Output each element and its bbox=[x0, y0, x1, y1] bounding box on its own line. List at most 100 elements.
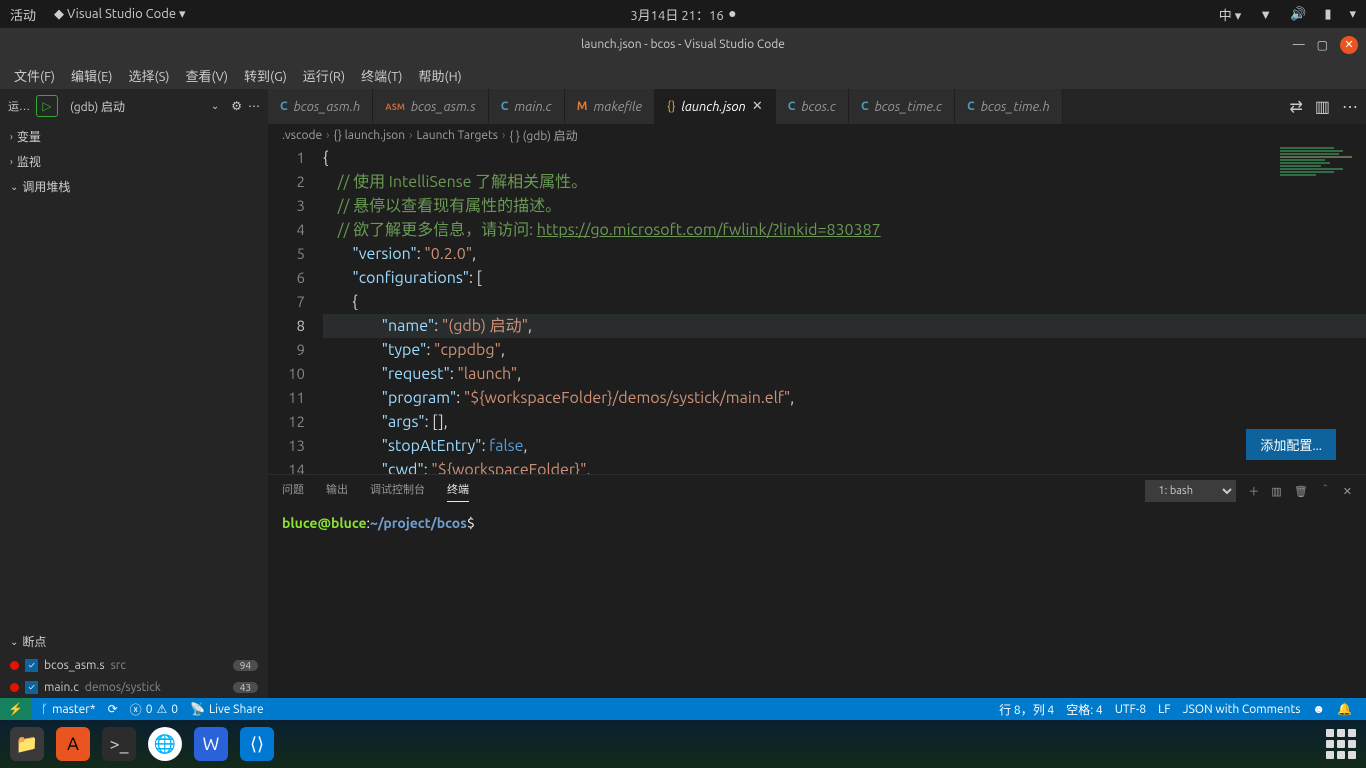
split-editor-icon[interactable]: ▥ bbox=[1315, 97, 1330, 116]
menu-item[interactable]: 运行(R) bbox=[295, 66, 353, 85]
panel-tab[interactable]: 调试控制台 bbox=[370, 481, 425, 501]
terminal-app[interactable]: >_ bbox=[102, 727, 136, 761]
window-title: launch.json - bcos - Visual Studio Code bbox=[581, 38, 785, 51]
volume-icon[interactable]: 🔊 bbox=[1290, 7, 1306, 22]
language-mode[interactable]: JSON with Comments bbox=[1177, 701, 1307, 718]
encoding[interactable]: UTF-8 bbox=[1109, 701, 1152, 718]
indentation[interactable]: 空格: 4 bbox=[1060, 701, 1108, 718]
menu-item[interactable]: 转到(G) bbox=[236, 66, 295, 85]
tab-label: bcos.c bbox=[801, 100, 836, 114]
cursor-position[interactable]: 行 8，列 4 bbox=[993, 701, 1060, 718]
editor-tab[interactable]: Cbcos_time.h bbox=[955, 89, 1063, 124]
terminal[interactable]: bluce@bluce:~/project/bcos$ bbox=[268, 507, 1366, 698]
breakpoint-file: main.c bbox=[44, 681, 79, 694]
breakpoint-count: 94 bbox=[233, 660, 258, 671]
statusbar: ⚡ ᚴ master* ⟳ ⓧ 0 ⚠ 0 📡 Live Share 行 8，列… bbox=[0, 698, 1366, 720]
menu-item[interactable]: 选择(S) bbox=[121, 66, 178, 85]
notifications-icon[interactable]: 🔔 bbox=[1331, 701, 1358, 718]
file-icon: {} bbox=[667, 100, 675, 113]
editor-tab[interactable]: Mmakefile bbox=[565, 89, 655, 124]
terminal-select[interactable]: 1: bash bbox=[1145, 480, 1236, 502]
live-share[interactable]: 📡 Live Share bbox=[184, 702, 270, 716]
menu-item[interactable]: 帮助(H) bbox=[411, 66, 470, 85]
minimize-button[interactable]: — bbox=[1293, 38, 1305, 51]
kill-terminal-icon[interactable]: 🗑 bbox=[1294, 485, 1308, 498]
variables-section[interactable]: ›变量 bbox=[0, 124, 268, 149]
callstack-section[interactable]: ⌄调用堆栈 bbox=[0, 174, 268, 199]
files-app[interactable]: 📁 bbox=[10, 727, 44, 761]
feedback-icon[interactable]: ☻ bbox=[1306, 701, 1331, 718]
debug-settings-icon[interactable]: ⚙ bbox=[231, 99, 242, 113]
wifi-icon[interactable]: ▼ bbox=[1259, 7, 1272, 22]
new-terminal-icon[interactable]: ＋ bbox=[1248, 483, 1259, 499]
eol[interactable]: LF bbox=[1152, 701, 1176, 718]
start-debug-button[interactable]: ▷ bbox=[36, 95, 58, 117]
wps-app[interactable]: W bbox=[194, 727, 228, 761]
breadcrumb-item[interactable]: Launch Targets bbox=[416, 129, 498, 142]
menu-item[interactable]: 终端(T) bbox=[353, 66, 410, 85]
maximize-button[interactable]: ▢ bbox=[1317, 38, 1328, 52]
add-configuration-button[interactable]: 添加配置... bbox=[1246, 429, 1336, 460]
clock[interactable]: 3月14日 21：16 bbox=[630, 5, 723, 24]
power-menu[interactable]: ▾ bbox=[1349, 7, 1356, 22]
debug-more-icon[interactable]: ⋯ bbox=[248, 99, 260, 113]
watch-section[interactable]: ›监视 bbox=[0, 149, 268, 174]
menu-item[interactable]: 文件(F) bbox=[6, 66, 63, 85]
git-branch[interactable]: ᚴ master* bbox=[35, 703, 102, 716]
debug-config-select[interactable]: (gdb) 启动⌄ bbox=[64, 95, 225, 117]
breakpoint-checkbox[interactable]: ✓ bbox=[25, 659, 38, 672]
maximize-panel-icon[interactable]: ＾ bbox=[1320, 483, 1331, 499]
code-editor[interactable]: 123456789101112131415 { // 使用 IntelliSen… bbox=[268, 146, 1366, 474]
debug-sidebar: 运… ▷ (gdb) 启动⌄ ⚙ ⋯ ›变量 ›监视 ⌄调用堆栈 ⌄断点 ✓bc… bbox=[0, 89, 268, 698]
dock: 📁 A >_ 🌐 W ⟨⟩ bbox=[0, 720, 1366, 768]
show-applications[interactable] bbox=[1326, 729, 1356, 759]
file-icon: C bbox=[967, 100, 975, 113]
editor-tab[interactable]: {}launch.json✕ bbox=[655, 89, 776, 124]
panel-tab[interactable]: 终端 bbox=[447, 481, 469, 502]
breakpoint-dir: demos/systick bbox=[85, 681, 161, 694]
editor-tab[interactable]: Cbcos.c bbox=[776, 89, 849, 124]
chrome-app[interactable]: 🌐 bbox=[148, 727, 182, 761]
breakpoint-item[interactable]: ✓ main.c demos/systick 43 bbox=[0, 676, 268, 698]
editor-tab[interactable]: Cbcos_asm.h bbox=[268, 89, 373, 124]
breadcrumb-item[interactable]: .vscode bbox=[282, 129, 322, 142]
breakpoint-dot-icon bbox=[10, 683, 19, 692]
split-terminal-icon[interactable]: ▥ bbox=[1271, 485, 1281, 498]
editor-tab[interactable]: ASMbcos_asm.s bbox=[373, 89, 488, 124]
window-titlebar: launch.json - bcos - Visual Studio Code … bbox=[0, 28, 1366, 61]
file-icon: ASM bbox=[385, 102, 405, 112]
git-sync[interactable]: ⟳ bbox=[102, 702, 124, 716]
breakpoint-item[interactable]: ✓bcos_asm.ssrc94 bbox=[0, 654, 268, 676]
editor-tab[interactable]: Cbcos_time.c bbox=[849, 89, 955, 124]
close-tab-icon[interactable]: ✕ bbox=[752, 99, 763, 114]
app-menu[interactable]: ◆ Visual Studio Code ▾ bbox=[54, 7, 186, 22]
input-method[interactable]: 中 ▾ bbox=[1219, 5, 1242, 24]
remote-indicator[interactable]: ⚡ bbox=[0, 698, 31, 720]
vscode-app[interactable]: ⟨⟩ bbox=[240, 727, 274, 761]
battery-icon[interactable]: ▮ bbox=[1324, 7, 1331, 22]
breadcrumb-item[interactable]: { } (gdb) 启动 bbox=[509, 127, 577, 144]
close-button[interactable]: ✕ bbox=[1340, 36, 1358, 54]
breakpoint-count: 43 bbox=[233, 682, 258, 693]
close-panel-icon[interactable]: ✕ bbox=[1343, 485, 1352, 498]
menu-item[interactable]: 查看(V) bbox=[178, 66, 236, 85]
run-view-label: 运… bbox=[8, 98, 30, 114]
ubuntu-software-app[interactable]: A bbox=[56, 727, 90, 761]
breakpoints-section[interactable]: ⌄断点 bbox=[0, 629, 268, 654]
activities-button[interactable]: 活动 bbox=[10, 5, 36, 24]
breadcrumb-item[interactable]: {} launch.json bbox=[334, 129, 406, 142]
tab-label: makefile bbox=[593, 100, 642, 114]
file-icon: C bbox=[501, 100, 509, 113]
problems-status[interactable]: ⓧ 0 ⚠ 0 bbox=[124, 701, 184, 718]
compare-changes-icon[interactable]: ⇄ bbox=[1289, 97, 1302, 116]
panel-tab[interactable]: 输出 bbox=[326, 481, 348, 501]
more-actions-icon[interactable]: ⋯ bbox=[1342, 97, 1358, 116]
panel-tab[interactable]: 问题 bbox=[282, 481, 304, 501]
breakpoint-checkbox[interactable]: ✓ bbox=[25, 681, 38, 694]
gnome-topbar: 活动 ◆ Visual Studio Code ▾ 3月14日 21：16 中 … bbox=[0, 0, 1366, 28]
tab-label: bcos_time.h bbox=[981, 100, 1050, 114]
file-icon: M bbox=[577, 100, 588, 113]
menu-item[interactable]: 编辑(E) bbox=[63, 66, 120, 85]
editor-tab[interactable]: Cmain.c bbox=[489, 89, 565, 124]
breadcrumb[interactable]: .vscode›{} launch.json›Launch Targets›{ … bbox=[268, 124, 1366, 146]
